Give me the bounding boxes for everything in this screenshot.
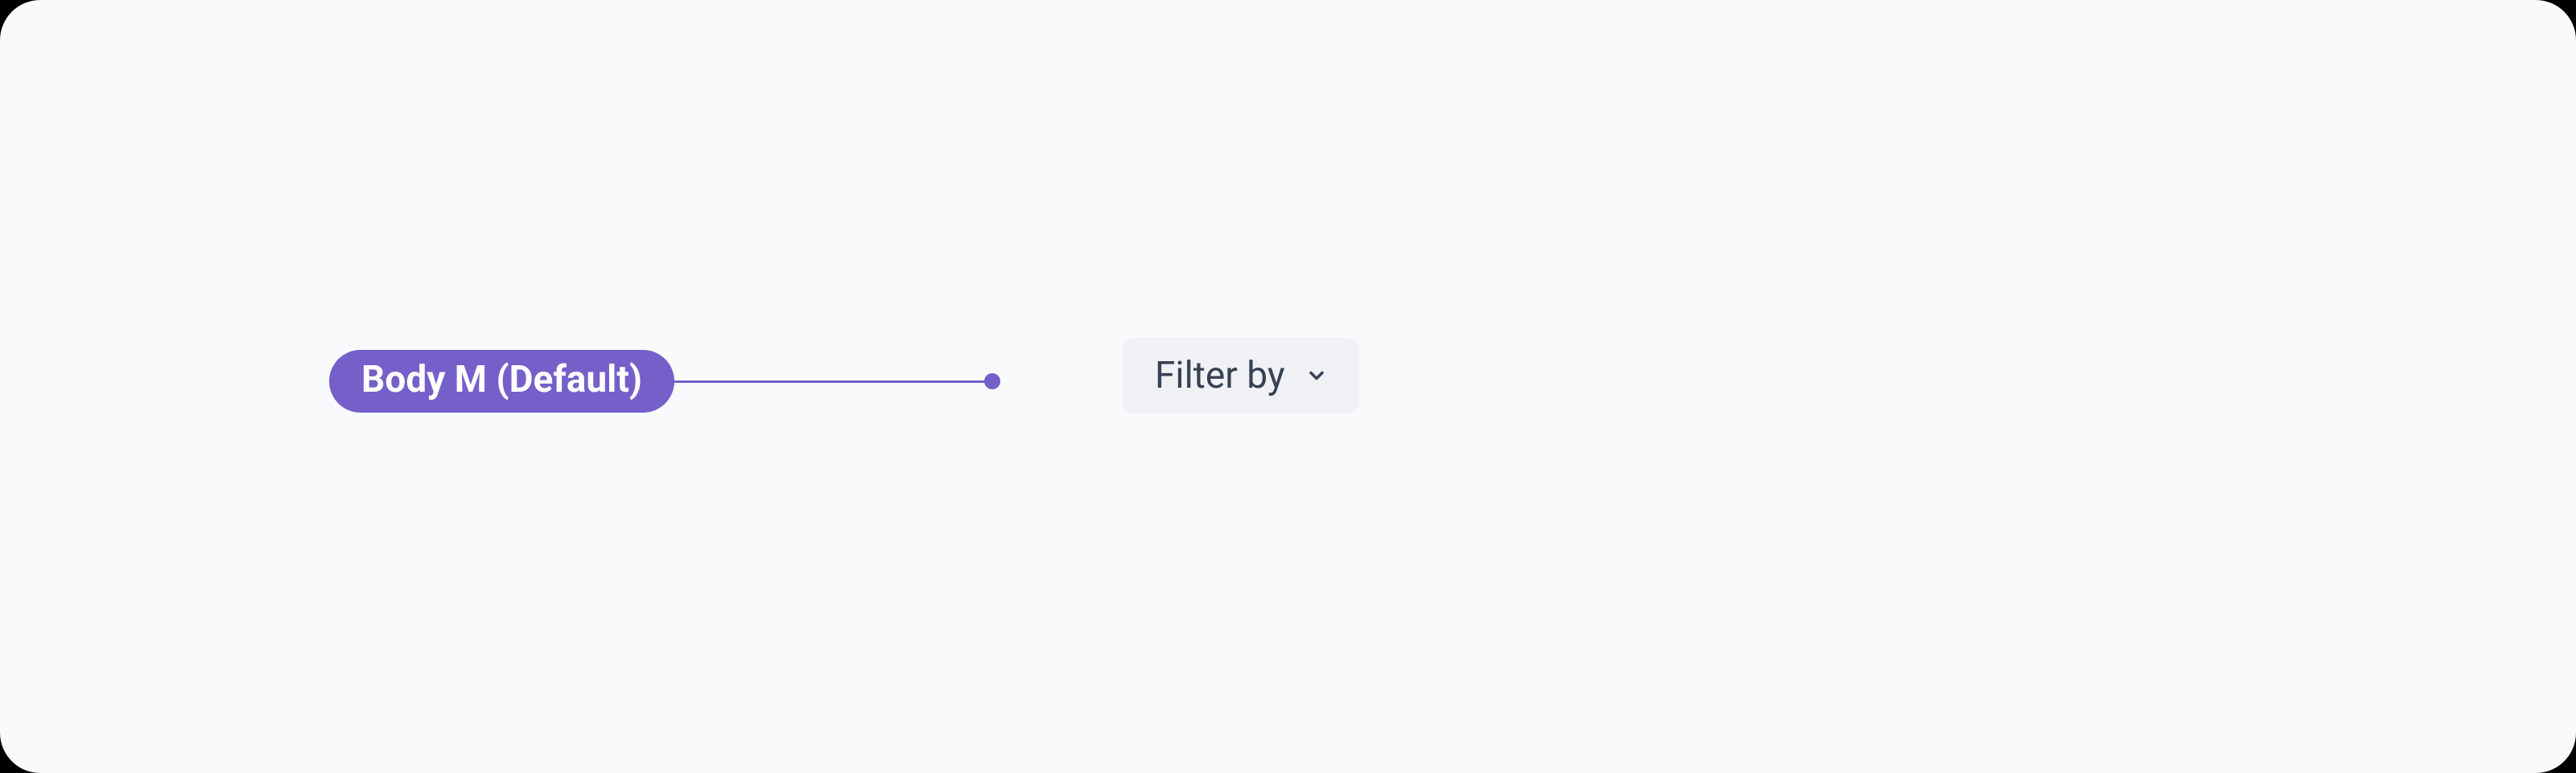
- annotation-label: Body M (Default): [361, 358, 642, 401]
- annotation-connector: [674, 373, 1000, 389]
- connector-endpoint-dot: [984, 373, 1000, 389]
- connector-line: [674, 380, 986, 383]
- chevron-down-icon: [1303, 362, 1330, 389]
- filter-by-dropdown[interactable]: Filter by: [1123, 338, 1359, 413]
- typography-annotation: Body M (Default): [329, 350, 1000, 413]
- filter-by-label: Filter by: [1155, 357, 1285, 394]
- annotation-pill: Body M (Default): [329, 350, 674, 413]
- design-canvas: Body M (Default) Filter by: [0, 0, 2576, 773]
